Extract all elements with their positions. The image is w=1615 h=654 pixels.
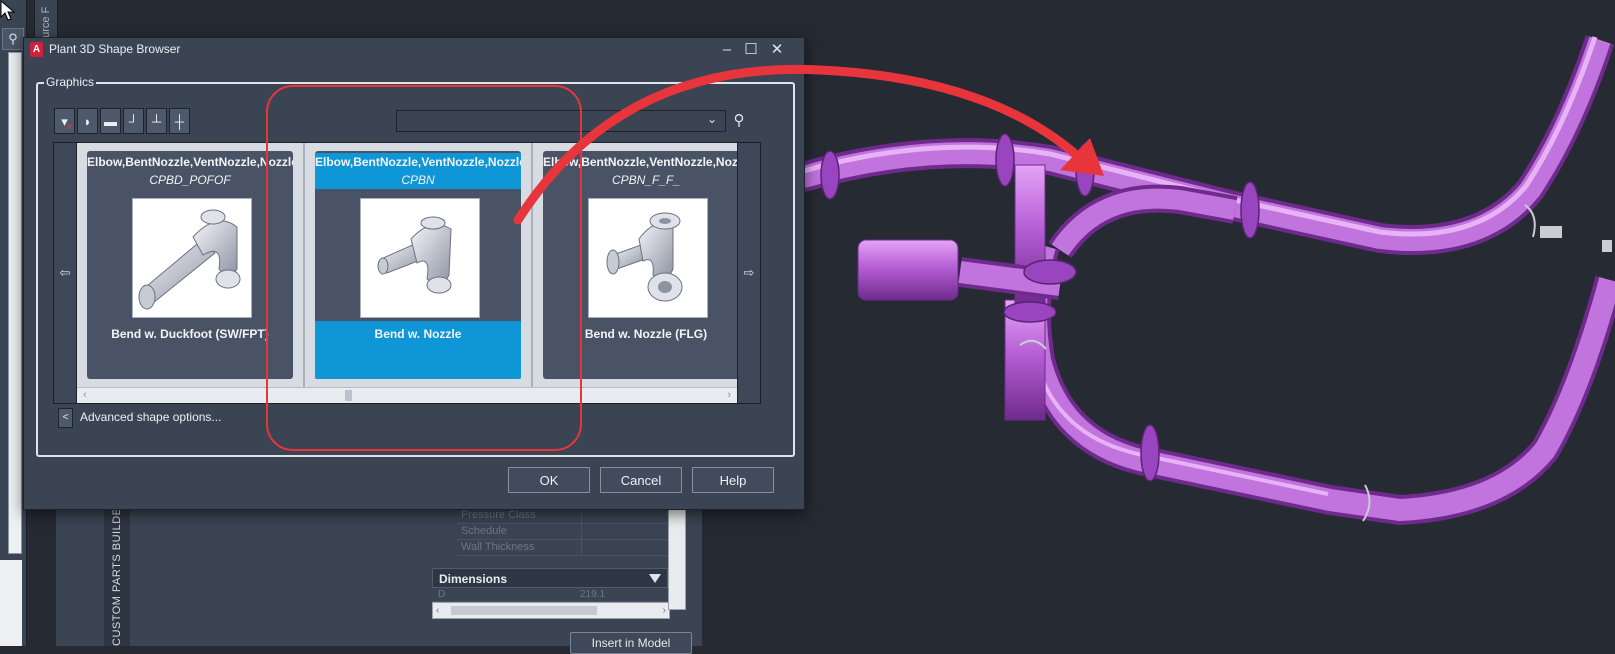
bend-nozzle-flg-thumbnail: [588, 198, 708, 318]
dialog-title: Plant 3D Shape Browser: [49, 42, 181, 56]
autocad-app-icon: A: [30, 42, 43, 57]
tee-shape-icon[interactable]: ┴: [146, 108, 167, 134]
clear-filter-icon[interactable]: ▾ ✕: [54, 108, 75, 134]
elbow-shape-icon[interactable]: ┘: [123, 108, 144, 134]
shape-card-bend-nozzle-flg[interactable]: Elbow,BentNozzle,VentNozzle,Nozzle CPBN_…: [533, 143, 759, 387]
shape-gallery: ⇦ Elbow,BentNozzle,VentNozzle,Nozzle CPB…: [53, 142, 761, 404]
property-row: Pressure Class: [457, 508, 675, 524]
properties-vertical-scrollbar[interactable]: [668, 508, 686, 610]
half-shape-icon[interactable]: ◗: [77, 108, 98, 134]
ok-button[interactable]: OK: [508, 467, 590, 493]
left-palette-panel: [8, 52, 22, 554]
scroll-right-arrow-icon[interactable]: ›: [727, 388, 731, 403]
card-code: CPBN: [315, 171, 521, 189]
card-category: Elbow,BentNozzle,VentNozzle,Nozzle: [543, 155, 749, 169]
shape-browser-dialog: A Plant 3D Shape Browser – ☐ ✕ Graphics …: [23, 37, 805, 510]
left-palette-panel-bottom: [0, 560, 22, 646]
search-icon[interactable]: ⚲: [2, 28, 24, 50]
dimensions-section-header[interactable]: Dimensions: [432, 568, 668, 588]
dialog-titlebar[interactable]: A Plant 3D Shape Browser – ☐ ✕: [24, 38, 804, 63]
shape-cards: Elbow,BentNozzle,VentNozzle,Nozzle CPBD_…: [77, 143, 749, 387]
scrollbar-thumb[interactable]: [345, 390, 352, 401]
shape-search-combo[interactable]: ⌄: [396, 110, 726, 132]
advanced-options-toggle[interactable]: <: [58, 408, 73, 428]
cancel-button[interactable]: Cancel: [600, 467, 682, 493]
help-button[interactable]: Help: [692, 467, 774, 493]
card-category: Elbow,BentNozzle,VentNozzle,Nozzle: [87, 155, 293, 169]
shape-search-input[interactable]: [399, 112, 703, 132]
close-icon[interactable]: ✕: [766, 40, 788, 60]
next-arrow-icon[interactable]: ⇨: [737, 143, 760, 403]
card-name: Bend w. Nozzle: [374, 327, 462, 341]
maximize-icon[interactable]: ☐: [740, 40, 762, 60]
advanced-options-label: Advanced shape options...: [80, 410, 222, 424]
bend-nozzle-thumbnail: [360, 198, 480, 318]
card-name: Bend w. Nozzle (FLG): [584, 327, 708, 341]
custom-parts-builder-tab[interactable]: CUSTOM PARTS BUILDER: [104, 499, 130, 646]
chevron-down-icon[interactable]: ⌄: [707, 112, 717, 126]
card-code: CPBN_F_F_: [611, 173, 681, 187]
cross-shape-icon[interactable]: ┼: [169, 108, 190, 134]
graphics-group: Graphics ▾ ✕ ◗ ▬ ┘ ┴ ┼ ⌄ ⚲ ⇦ Elbow,BentNo…: [36, 75, 795, 457]
properties-horizontal-scrollbar[interactable]: ‹ ›: [432, 602, 670, 619]
collapse-triangle-icon: [649, 574, 661, 583]
properties-list: Pressure Class Schedule Wall Thickness: [457, 508, 675, 556]
search-icon[interactable]: ⚲: [728, 110, 750, 132]
gallery-horizontal-scrollbar[interactable]: ‹ ›: [77, 387, 737, 403]
minimize-icon[interactable]: –: [716, 40, 738, 60]
previous-arrow-icon[interactable]: ⇦: [54, 143, 77, 403]
property-row: Wall Thickness: [457, 540, 675, 556]
property-row: Schedule: [457, 524, 675, 540]
bend-duckfoot-thumbnail: [132, 198, 252, 318]
card-category: Elbow,BentNozzle,VentNozzle,Nozzle: [315, 153, 521, 171]
annotation-arrowhead: [1060, 138, 1104, 176]
mouse-cursor-icon: [0, 0, 16, 21]
shape-card-bend-duckfoot[interactable]: Elbow,BentNozzle,VentNozzle,Nozzle CPBD_…: [77, 143, 303, 387]
scroll-left-arrow-icon[interactable]: ‹: [83, 388, 87, 403]
dimension-row: D 219.1: [432, 589, 668, 602]
shape-toolbar: ▾ ✕ ◗ ▬ ┘ ┴ ┼: [54, 108, 190, 134]
graphics-group-label: Graphics: [44, 75, 97, 89]
insert-in-model-button[interactable]: Insert in Model: [570, 632, 692, 654]
shape-card-bend-nozzle[interactable]: Elbow,BentNozzle,VentNozzle,Nozzle CPBN: [305, 143, 531, 387]
straight-shape-icon[interactable]: ▬: [100, 108, 121, 134]
card-name: Bend w. Duckfoot (SW/FPT): [111, 327, 269, 341]
card-code: CPBD_POFOF: [149, 173, 231, 187]
